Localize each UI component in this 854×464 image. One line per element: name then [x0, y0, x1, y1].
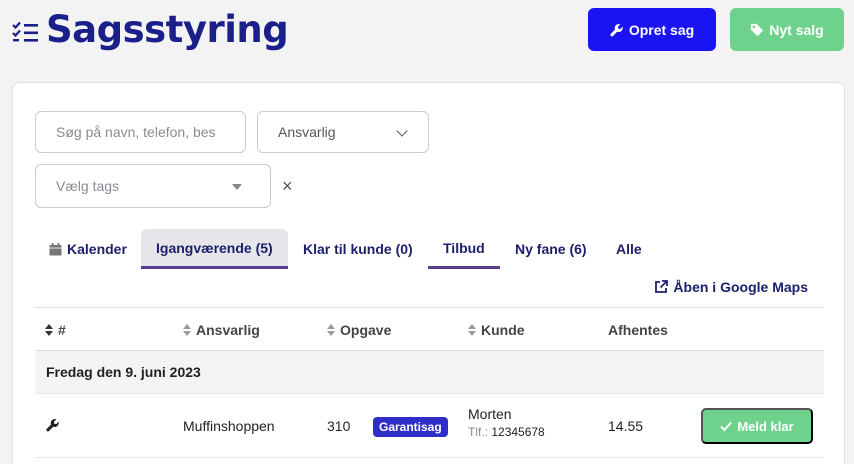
checklist-icon [12, 21, 38, 42]
column-responsible[interactable]: Ansvarlig [183, 322, 260, 338]
column-number[interactable]: # [45, 322, 66, 338]
column-label: Kunde [481, 322, 525, 338]
table-row[interactable]: Muffinshoppen 310 Garantisag Morten Tlf.… [35, 394, 824, 458]
create-case-label: Opret sag [628, 21, 695, 38]
phone-label: Tlf.: [468, 425, 488, 439]
responsible-cell: Muffinshoppen [183, 418, 275, 434]
responsible-label: Ansvarlig [278, 124, 336, 140]
search-placeholder: Søg på navn, telefon, bes [56, 124, 216, 140]
cases-table: # Ansvarlig Opgave Kunde Afhentes Fredag… [35, 307, 824, 458]
tab-label: Tilbud [443, 239, 485, 256]
tab-label: Alle [616, 241, 642, 257]
new-sale-button[interactable]: Nyt salg [730, 8, 844, 51]
wrench-icon [46, 419, 59, 432]
sort-icon [468, 324, 476, 336]
wrench-icon [610, 23, 623, 36]
tab-tilbud[interactable]: Tilbud [428, 229, 500, 269]
tab-ny-fane[interactable]: Ny fane (6) [503, 229, 599, 269]
tags-select[interactable]: Vælg tags [35, 164, 271, 208]
task-cell: 310 [327, 418, 351, 434]
sort-icon [327, 324, 335, 336]
customer-phone: Tlf.: 12345678 [468, 425, 545, 439]
maps-link-label: Åben i Google Maps [673, 279, 808, 295]
tags-placeholder: Vælg tags [56, 178, 120, 194]
tab-alle[interactable]: Alle [604, 229, 654, 269]
column-pickup: Afhentes [608, 322, 668, 338]
date-group-row: Fredag den 9. juni 2023 [35, 351, 824, 394]
tab-igangvaerende[interactable]: Igangværende (5) [141, 229, 288, 269]
column-label: # [58, 322, 66, 338]
new-sale-label: Nyt salg [769, 21, 824, 38]
chevron-down-icon [396, 125, 408, 137]
column-task[interactable]: Opgave [327, 322, 391, 338]
page-title: Sagsstyring [46, 8, 289, 51]
mark-ready-label: Meld klar [737, 418, 794, 434]
warranty-badge: Garantisag [373, 417, 448, 437]
check-icon [720, 421, 733, 432]
phone-number: 12345678 [491, 425, 545, 439]
caret-down-icon [232, 184, 242, 190]
customer-cell: Morten Tlf.: 12345678 [468, 406, 545, 439]
tab-klar-til-kunde[interactable]: Klar til kunde (0) [291, 229, 425, 269]
column-label: Afhentes [608, 322, 668, 338]
calendar-icon [49, 242, 62, 256]
tab-label: Ny fane (6) [515, 241, 587, 257]
clear-filters-icon[interactable]: × [282, 177, 293, 195]
column-customer[interactable]: Kunde [468, 322, 525, 338]
create-case-button[interactable]: Opret sag [588, 8, 716, 51]
mark-ready-button[interactable]: Meld klar [701, 408, 813, 444]
sort-icon [45, 324, 53, 336]
tab-label: Klar til kunde (0) [303, 241, 413, 257]
cases-card: Søg på navn, telefon, bes Ansvarlig Vælg… [12, 82, 845, 464]
sort-icon [183, 324, 191, 336]
header: Sagsstyring Opret sag Nyt salg [0, 0, 854, 70]
tag-icon [751, 23, 764, 36]
tab-kalender[interactable]: Kalender [37, 229, 139, 269]
column-label: Opgave [340, 322, 392, 338]
group-label: Fredag den 9. juni 2023 [46, 364, 201, 380]
table-header: # Ansvarlig Opgave Kunde Afhentes [35, 307, 824, 351]
google-maps-link[interactable]: Åben i Google Maps [654, 279, 808, 295]
tab-label: Kalender [67, 241, 127, 257]
customer-name: Morten [468, 406, 512, 422]
tab-label: Igangværende (5) [156, 239, 273, 256]
pickup-cell: 14.55 [608, 418, 644, 434]
search-input[interactable]: Søg på navn, telefon, bes [35, 111, 246, 153]
responsible-select[interactable]: Ansvarlig [257, 111, 429, 153]
column-label: Ansvarlig [196, 322, 260, 338]
external-link-icon [655, 280, 669, 293]
